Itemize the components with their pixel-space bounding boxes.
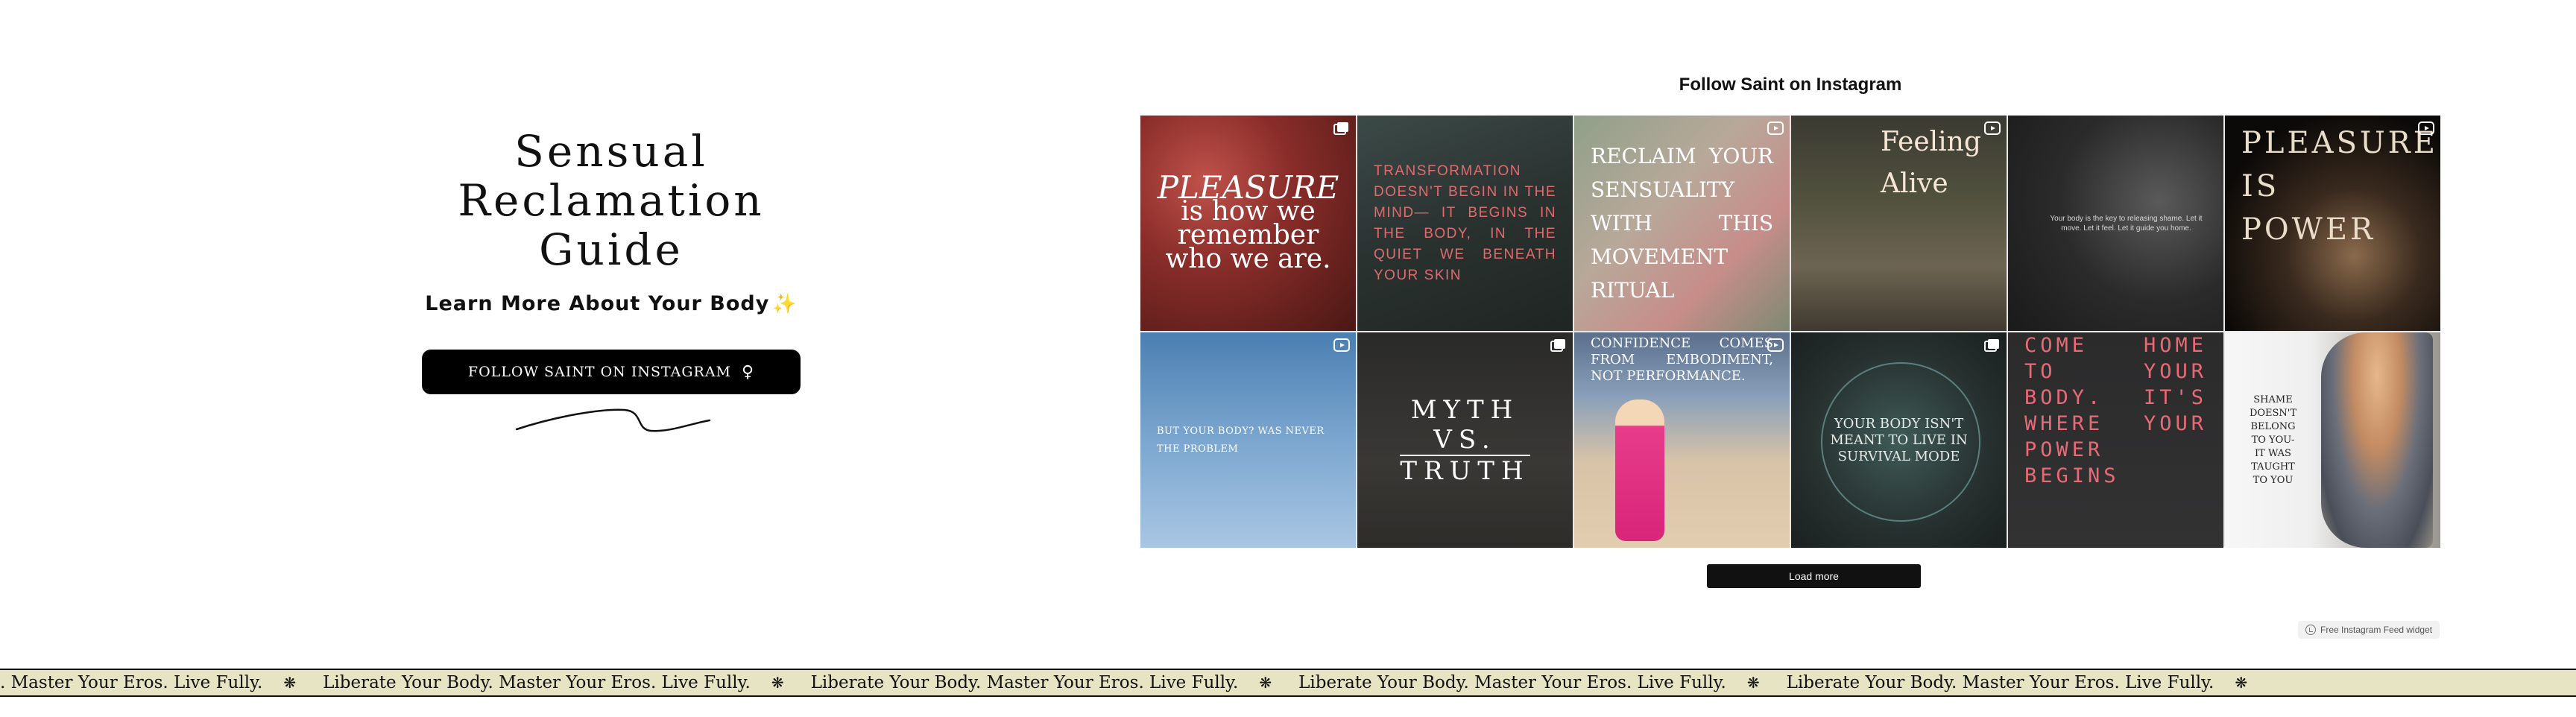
carousel-icon (1550, 338, 1567, 352)
asterisk-icon: ❋ (1746, 674, 1760, 692)
follow-button-label: FOLLOW SAINT ON INSTAGRAM (467, 364, 732, 380)
post-3-caption: RECLAIM YOUR SENSUALITY WITH THIS MOVEME… (1591, 144, 1773, 303)
page-title: Sensual Reclamation Guide (388, 127, 835, 274)
hero-subtitle-text: Learn More About Your Body (425, 292, 770, 315)
marquee-banner: . Master Your Eros. Live Fully. ❋ Libera… (0, 669, 2576, 697)
reel-icon (2418, 121, 2434, 135)
feed-title: Follow Saint on Instagram (1679, 75, 1902, 95)
post-8-caption: MYTH VS. TRUTH (1357, 385, 1573, 496)
instagram-post-5[interactable]: Your body is the key to releasing shame.… (2008, 116, 2223, 331)
instagram-post-10[interactable]: YOUR BODY ISN'T MEANT TO LIVE IN SURVIVA… (1791, 332, 2007, 548)
post-8-line-1: MYTH (1410, 394, 1520, 425)
post-8-line-2: VS. (1433, 424, 1497, 455)
widget-link-label: Free Instagram Feed widget (2320, 625, 2433, 635)
instagram-grid: PLEASURE is how we remember who we are. … (1140, 116, 2440, 548)
instagram-post-4[interactable]: Feeling Alive (1791, 116, 2007, 331)
post-2-caption: TRANSFORMATION DOESN'T BEGIN IN THE MIND… (1374, 162, 1556, 283)
post-1-caption: PLEASURE is how we remember who we are. (1140, 165, 1356, 282)
post-10-caption: YOUR BODY ISN'T MEANT TO LIVE IN SURVIVA… (1830, 415, 1968, 464)
seated-woman-photo (2321, 332, 2433, 548)
title-line-3: Guide (539, 224, 684, 275)
instagram-post-1[interactable]: PLEASURE is how we remember who we are. (1140, 116, 1356, 331)
post-12-caption: SHAME DOESN'T BELONG TO YOU- IT WAS TAUG… (2249, 394, 2297, 486)
post-8-line-3: TRUTH (1400, 454, 1530, 486)
reel-icon (1333, 338, 1350, 352)
woman-in-pink-dress (1615, 399, 1664, 541)
marquee-phrase: Liberate Your Body. Master Your Eros. Li… (1786, 673, 2214, 692)
instagram-post-8[interactable]: MYTH VS. TRUTH (1357, 332, 1573, 548)
sparkle-icon: ✨ (772, 293, 798, 315)
instagram-widget-link[interactable]: Free Instagram Feed widget (2298, 621, 2440, 639)
squiggle-decoration (515, 408, 711, 432)
instagram-post-6[interactable]: PLEASURE IS POWER (2225, 116, 2440, 331)
asterisk-icon: ❋ (2235, 674, 2248, 692)
follow-instagram-button[interactable]: FOLLOW SAINT ON INSTAGRAM ♀ (422, 350, 801, 394)
reel-icon (1767, 121, 1784, 135)
instagram-post-2[interactable]: TRANSFORMATION DOESN'T BEGIN IN THE MIND… (1357, 116, 1573, 331)
hero-subtitle: Learn More About Your Body ✨ (388, 292, 835, 315)
post-4-caption: Feeling Alive (1881, 127, 1981, 199)
hero-section: Sensual Reclamation Guide Learn More Abo… (388, 127, 835, 432)
title-line-1: Sensual (514, 126, 708, 177)
load-more-button[interactable]: Load more (1707, 564, 1921, 588)
post-9-caption: CONFIDENCE COMES FROM EMBODIMENT, NOT PE… (1591, 335, 1773, 384)
post-1-body: is how we remember who we are. (1165, 195, 1331, 274)
marquee-phrase: Liberate Your Body. Master Your Eros. Li… (323, 673, 751, 692)
asterisk-icon: ❋ (283, 674, 297, 692)
post-6-caption: PLEASURE IS POWER (2241, 126, 2438, 247)
instagram-post-12[interactable]: SHAME DOESN'T BELONG TO YOU- IT WAS TAUG… (2225, 332, 2440, 548)
post-7-caption: BUT YOUR BODY? WAS NEVER THE PROBLEM (1157, 425, 1325, 455)
venus-icon: ♀ (742, 362, 755, 382)
instagram-post-3[interactable]: RECLAIM YOUR SENSUALITY WITH THIS MOVEME… (1574, 116, 1790, 331)
marquee-phrase: Liberate Your Body. Master Your Eros. Li… (1298, 673, 1726, 692)
post-5-caption: Your body is the key to releasing shame.… (2050, 214, 2203, 233)
asterisk-icon: ❋ (1259, 674, 1272, 692)
carousel-icon (1333, 121, 1350, 135)
asterisk-icon: ❋ (771, 674, 784, 692)
carousel-icon (1984, 338, 2001, 352)
marquee-phrase: Liberate Your Body. Master Your Eros. Li… (810, 673, 1239, 692)
widget-icon (2305, 625, 2316, 635)
post-11-caption: COME HOME TO YOUR BODY. IT'S WHERE YOUR … (2024, 334, 2207, 487)
instagram-post-11[interactable]: COME HOME TO YOUR BODY. IT'S WHERE YOUR … (2008, 332, 2223, 548)
instagram-post-9[interactable]: CONFIDENCE COMES FROM EMBODIMENT, NOT PE… (1574, 332, 1790, 548)
marquee-fragment: . Master Your Eros. Live Fully. (0, 673, 263, 692)
reel-icon (1984, 121, 2001, 135)
reel-icon (1767, 338, 1784, 352)
title-line-2: Reclamation (458, 175, 765, 226)
marquee-track: . Master Your Eros. Live Fully. ❋ Libera… (0, 670, 2274, 695)
instagram-post-7[interactable]: BUT YOUR BODY? WAS NEVER THE PROBLEM (1140, 332, 1356, 548)
